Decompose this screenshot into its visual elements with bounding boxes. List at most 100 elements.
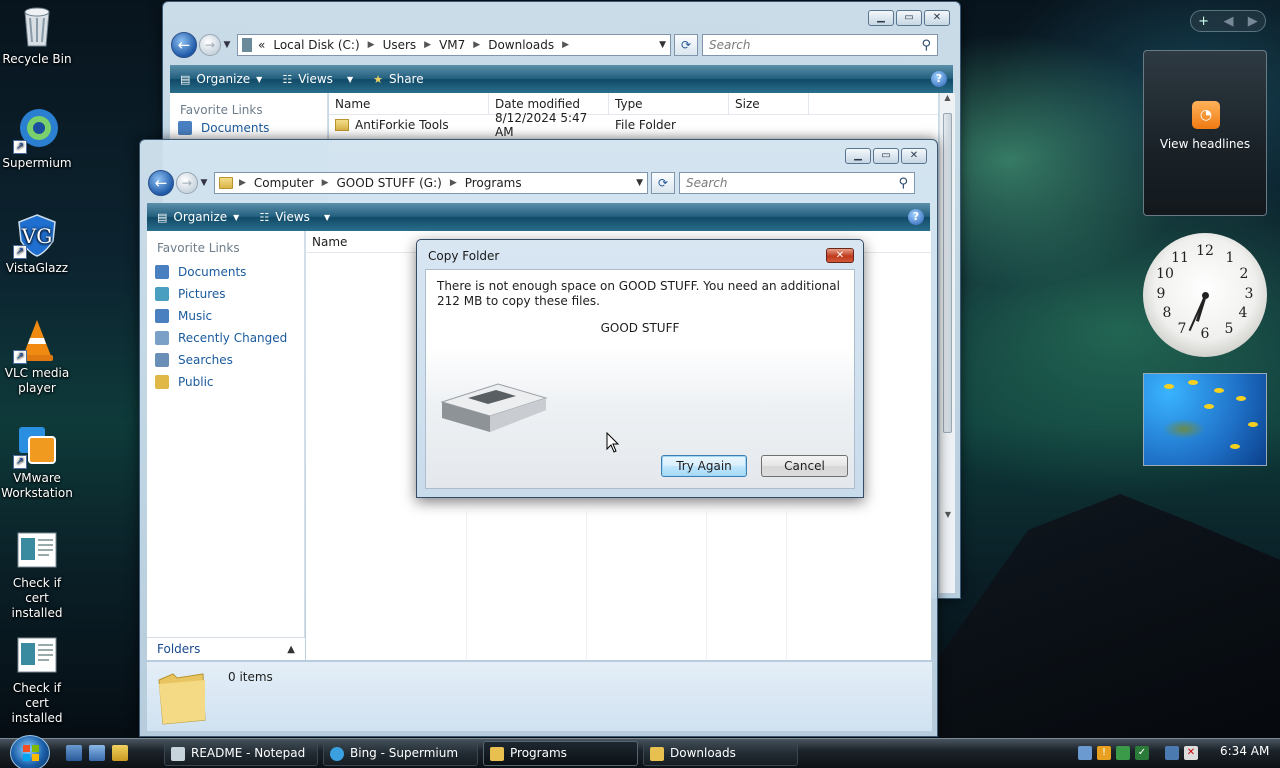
breadcrumb-item[interactable]: Computer	[254, 176, 314, 190]
explorer-quicklaunch-icon[interactable]	[112, 745, 128, 761]
breadcrumb-item[interactable]: VM7	[439, 38, 465, 52]
desktop-icon-label: Check if cert installed	[11, 576, 63, 620]
organize-button[interactable]: ▤ Organize ▼	[170, 72, 272, 86]
views-icon: ☷	[259, 210, 270, 224]
share-button[interactable]: ★ Share	[363, 72, 434, 86]
close-button[interactable]: ✕	[826, 248, 854, 263]
breadcrumb-item[interactable]: Programs	[465, 176, 522, 190]
add-gadget-icon[interactable]: +	[1198, 14, 1209, 29]
favorite-link-music[interactable]: Music	[147, 305, 304, 327]
taskbar-item-supermium[interactable]: Bing - Supermium	[323, 741, 478, 766]
search-icon[interactable]: ⚲	[898, 176, 908, 191]
previous-icon[interactable]: ◀	[1223, 14, 1233, 29]
volume-muted-icon[interactable]: ✕	[1184, 746, 1198, 760]
taskbar-item-downloads[interactable]: Downloads	[643, 741, 798, 766]
desktop-icon-label: VLC media player	[4, 366, 70, 395]
show-desktop-icon[interactable]	[66, 745, 82, 761]
taskbar-item-programs[interactable]: Programs	[483, 741, 638, 766]
favorite-link-searches[interactable]: Searches	[147, 349, 304, 371]
column-header-type[interactable]: Type	[609, 93, 729, 114]
desktop-icon-check-cert-1[interactable]: Check if cert installed	[0, 528, 74, 621]
address-bar[interactable]: « Local Disk (C:) ▶ Users ▶ VM7 ▶ Downlo…	[237, 34, 671, 56]
clock-time[interactable]: 6:34 AM	[1220, 744, 1269, 758]
desktop-icon-supermium[interactable]: ↗ Supermium	[0, 108, 74, 171]
favorite-link-pictures[interactable]: Pictures	[147, 283, 304, 305]
network-icon[interactable]	[1165, 746, 1179, 760]
chevron-right-icon[interactable]: ▶	[368, 40, 375, 50]
minimize-button[interactable]: ▁	[845, 148, 871, 164]
close-button[interactable]: ✕	[901, 148, 927, 164]
switch-windows-icon[interactable]	[89, 745, 105, 761]
breadcrumb-item[interactable]: Local Disk (C:)	[273, 38, 359, 52]
next-icon[interactable]: ▶	[1248, 14, 1258, 29]
column-header-size[interactable]: Size	[729, 93, 809, 114]
breadcrumb-item[interactable]: Downloads	[488, 38, 554, 52]
search-icon[interactable]: ⚲	[921, 38, 931, 53]
try-again-button[interactable]: Try Again	[661, 455, 747, 477]
refresh-button[interactable]: ⟳	[674, 34, 698, 56]
favorite-link-label: Searches	[178, 353, 233, 367]
search-input[interactable]: Search ⚲	[679, 172, 915, 194]
desktop-icon-vlc[interactable]: ↗ VLC media player	[0, 318, 74, 396]
security-shield-icon[interactable]: !	[1097, 746, 1111, 760]
copy-folder-dialog[interactable]: Copy Folder ✕ There is not enough space …	[416, 239, 864, 498]
favorite-link-recently-changed[interactable]: Recently Changed	[147, 327, 304, 349]
app-tray-icon[interactable]	[1116, 746, 1130, 760]
forward-button[interactable]: →	[199, 34, 221, 56]
close-button[interactable]: ✕	[924, 10, 950, 26]
taskbar-item-notepad[interactable]: README - Notepad	[164, 741, 318, 766]
chevron-right-icon[interactable]: ▶	[239, 178, 246, 188]
maximize-button[interactable]: ▭	[873, 148, 899, 164]
refresh-button[interactable]: ⟳	[651, 172, 675, 194]
file-name-cell: AntiForkie Tools	[329, 118, 489, 132]
organize-button[interactable]: ▤ Organize ▼	[147, 210, 249, 224]
chevron-right-icon[interactable]: ▶	[473, 40, 480, 50]
desktop-icon-vistaglazz[interactable]: VG ↗ VistaGlazz	[0, 213, 74, 276]
start-button[interactable]	[10, 735, 50, 768]
fish	[1204, 404, 1214, 409]
folders-toggle[interactable]: Folders ▲	[147, 637, 305, 660]
search-input[interactable]: Search ⚲	[702, 34, 938, 56]
scroll-down-arrow-icon[interactable]: ▼	[940, 510, 956, 519]
chevron-right-icon[interactable]: ▶	[322, 178, 329, 188]
recent-pages-dropdown[interactable]: ▼	[198, 178, 210, 188]
forward-button[interactable]: →	[176, 172, 198, 194]
back-button[interactable]: ←	[148, 170, 174, 196]
chevron-up-icon[interactable]: ▲	[287, 644, 295, 655]
back-button[interactable]: ←	[171, 32, 197, 58]
breadcrumb-item[interactable]: GOOD STUFF (G:)	[337, 176, 442, 190]
favorite-link-documents[interactable]: Documents	[147, 261, 304, 283]
favorite-link-public[interactable]: Public	[147, 371, 304, 393]
chevron-down-icon[interactable]: ▼	[636, 178, 643, 188]
cancel-button[interactable]: Cancel	[761, 455, 848, 477]
chevron-down-icon[interactable]: ▼	[659, 40, 666, 50]
vertical-scrollbar[interactable]: ▲ ▼	[939, 93, 955, 593]
network-share-icon[interactable]	[1078, 746, 1092, 760]
chevron-right-icon[interactable]: ▶	[450, 178, 457, 188]
favorite-link-label: Documents	[178, 265, 247, 279]
feed-headlines-gadget[interactable]: ◔ View headlines	[1143, 50, 1267, 216]
help-icon[interactable]: ?	[908, 209, 924, 225]
maximize-button[interactable]: ▭	[896, 10, 922, 26]
views-button[interactable]: ☷ Views ▼	[272, 72, 363, 86]
desktop-icon-vmware[interactable]: ↗ VMware Workstation	[0, 423, 74, 501]
desktop-icon-recycle-bin[interactable]: Recycle Bin	[0, 4, 74, 67]
check-tray-icon[interactable]: ✓	[1135, 746, 1149, 760]
desktop-icon-check-cert-2[interactable]: Check if cert installed	[0, 633, 74, 726]
help-icon[interactable]: ?	[931, 71, 947, 87]
chevron-right-icon[interactable]: ▶	[562, 40, 569, 50]
views-button[interactable]: ☷ Views ▼	[249, 210, 340, 224]
favorite-link-documents[interactable]: Documents	[170, 117, 327, 139]
slideshow-gadget[interactable]	[1143, 373, 1267, 466]
minimize-button[interactable]: ▁	[868, 10, 894, 26]
view-headlines-link[interactable]: View headlines	[1144, 137, 1266, 151]
recent-pages-dropdown[interactable]: ▼	[221, 40, 233, 50]
chevron-right-icon[interactable]: ▶	[424, 40, 431, 50]
scroll-up-arrow-icon[interactable]: ▲	[940, 93, 955, 102]
address-bar[interactable]: ▶ Computer ▶ GOOD STUFF (G:) ▶ Programs …	[214, 172, 648, 194]
scrollbar-thumb[interactable]	[943, 113, 952, 433]
table-row[interactable]: AntiForkie Tools 8/12/2024 5:47 AM File …	[329, 111, 938, 139]
column-header-name[interactable]: Name	[329, 93, 489, 114]
clock-numeral: 12	[1196, 243, 1214, 259]
breadcrumb-item[interactable]: Users	[383, 38, 417, 52]
